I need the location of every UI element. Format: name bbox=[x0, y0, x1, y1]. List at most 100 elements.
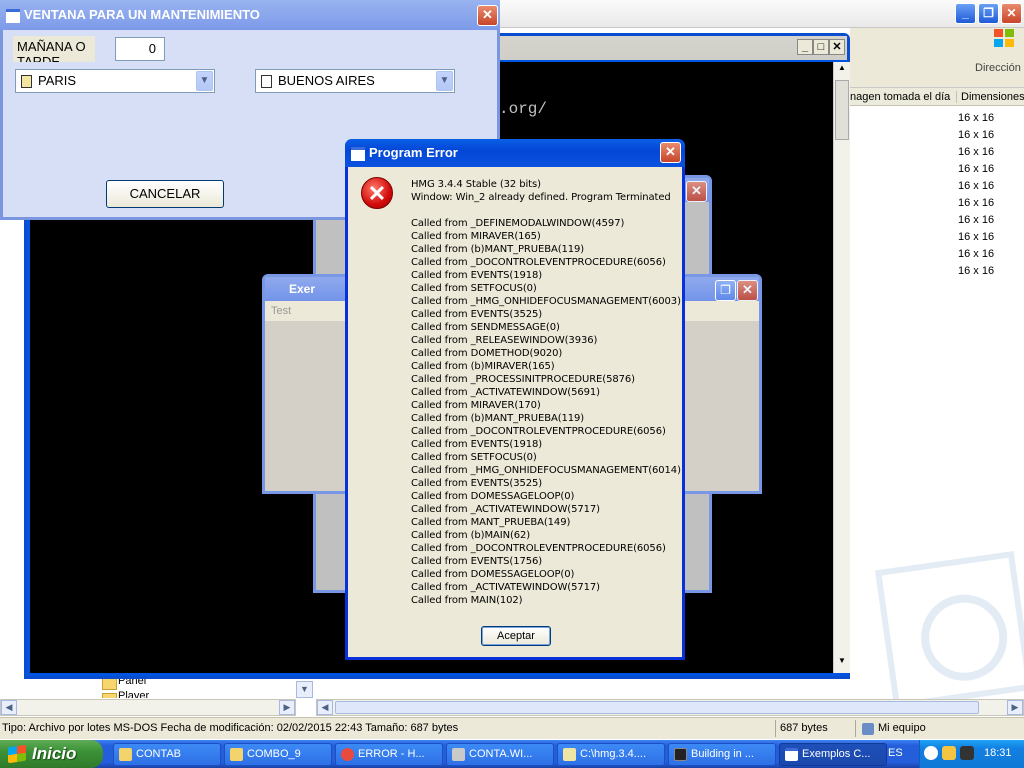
console-maximize-button[interactable]: □ bbox=[813, 39, 829, 55]
scroll-right-icon[interactable]: ▶ bbox=[1007, 700, 1023, 715]
error-message: HMG 3.4.4 Stable (32 bits) Window: Win_2… bbox=[411, 178, 681, 607]
column-header-dimensions[interactable]: Dimensiones bbox=[956, 91, 1024, 103]
task-hmg-editor[interactable]: C:\hmg.3.4.... bbox=[557, 743, 665, 766]
dimension-cell: 16 x 16 bbox=[958, 265, 995, 277]
folder-icon bbox=[230, 748, 243, 761]
call-stack-line: Called from DOMESSAGELOOP(0) bbox=[411, 569, 575, 580]
clipboard-icon bbox=[21, 75, 32, 88]
start-label: Inicio bbox=[32, 744, 77, 763]
close-button[interactable]: ✕ bbox=[1001, 3, 1022, 24]
shift-label: MAÑANA O TARDE bbox=[13, 36, 95, 62]
clock[interactable]: 18:31 bbox=[984, 747, 1012, 759]
call-stack-line: Called from SETFOCUS(0) bbox=[411, 283, 537, 294]
scroll-down-icon[interactable]: ▼ bbox=[835, 656, 849, 670]
call-stack-line: Called from _PROCESSINITPROCEDURE(5876) bbox=[411, 374, 635, 385]
call-stack-line: Called from (b)MIRAVER(165) bbox=[411, 361, 555, 372]
status-divider bbox=[775, 720, 776, 737]
error-close-button[interactable]: ✕ bbox=[660, 142, 681, 163]
chevron-left-icon[interactable] bbox=[924, 746, 938, 760]
call-stack-line: Called from DOMETHOD(9020) bbox=[411, 348, 563, 359]
chrome-icon bbox=[341, 748, 354, 761]
tree-horizontal-scrollbar[interactable]: ◀ ▶ bbox=[0, 699, 296, 716]
accept-button[interactable]: Aceptar bbox=[481, 626, 551, 646]
task-building[interactable]: Building in ... bbox=[668, 743, 776, 766]
close-button[interactable]: ✕ bbox=[686, 181, 707, 202]
maintenance-window-title: VENTANA PARA UN MANTENIMIENTO bbox=[0, 0, 500, 30]
security-icon[interactable] bbox=[942, 746, 956, 760]
call-stack-line: Called from MIRAVER(170) bbox=[411, 400, 541, 411]
status-divider bbox=[855, 720, 856, 737]
call-stack-line: Called from EVENTS(3525) bbox=[411, 309, 543, 320]
scroll-up-icon[interactable]: ▲ bbox=[835, 63, 849, 77]
console-vertical-scrollbar[interactable]: ▲ ▼ bbox=[833, 62, 850, 673]
call-stack-line: Called from _ACTIVATEWINDOW(5691) bbox=[411, 387, 600, 398]
scroll-left-icon[interactable]: ◀ bbox=[1, 700, 17, 715]
task-label: Exemplos C... bbox=[802, 748, 871, 760]
dimension-cell: 16 x 16 bbox=[958, 248, 995, 260]
dimension-cell: 16 x 16 bbox=[958, 129, 995, 141]
error-header-line: Window: Win_2 already defined. Program T… bbox=[411, 192, 671, 203]
start-button[interactable]: Inicio bbox=[0, 740, 103, 768]
task-label: ERROR - H... bbox=[358, 748, 425, 760]
console-minimize-button[interactable]: _ bbox=[797, 39, 813, 55]
chevron-down-icon[interactable]: ▼ bbox=[196, 71, 213, 91]
scroll-left-icon[interactable]: ◀ bbox=[317, 700, 333, 715]
error-icon: ✕ bbox=[361, 177, 393, 209]
call-stack-line: Called from _RELEASEWINDOW(3936) bbox=[411, 335, 598, 346]
task-conta-wi[interactable]: CONTA.WI... bbox=[446, 743, 554, 766]
dimension-cell: 16 x 16 bbox=[958, 180, 995, 192]
call-stack-line: Called from EVENTS(1756) bbox=[411, 556, 543, 567]
task-label: C:\hmg.3.4.... bbox=[580, 748, 647, 760]
chevron-down-icon[interactable]: ▼ bbox=[436, 71, 453, 91]
city-combo-1[interactable]: PARIS ▼ bbox=[15, 69, 215, 93]
network-icon[interactable] bbox=[960, 746, 974, 760]
call-stack-line: Called from (b)MANT_PRUEBA(119) bbox=[411, 413, 585, 424]
call-stack-line: Called from EVENTS(3525) bbox=[411, 478, 543, 489]
task-chrome-error[interactable]: ERROR - H... bbox=[335, 743, 443, 766]
minimize-button[interactable]: _ bbox=[955, 3, 976, 24]
call-stack-line: Called from (b)MAIN(62) bbox=[411, 530, 531, 541]
shift-input[interactable]: 0 bbox=[115, 37, 165, 61]
scroll-thumb[interactable] bbox=[335, 701, 979, 714]
task-combo9[interactable]: COMBO_9 bbox=[224, 743, 332, 766]
error-dialog: Program Error ✕ ✕ HMG 3.4.4 Stable (32 b… bbox=[345, 139, 685, 660]
scroll-right-icon[interactable]: ▶ bbox=[279, 700, 295, 715]
dimension-cell: 16 x 16 bbox=[958, 214, 995, 226]
dimension-cell: 16 x 16 bbox=[958, 146, 995, 158]
close-button[interactable]: ✕ bbox=[737, 280, 758, 301]
task-exemplos[interactable]: Exemplos C... bbox=[779, 743, 887, 766]
city-combo-2[interactable]: BUENOS AIRES ▼ bbox=[255, 69, 455, 93]
address-label: Dirección bbox=[975, 62, 1021, 74]
language-indicator[interactable]: ES bbox=[888, 747, 903, 759]
taskbar: Inicio CONTAB COMBO_9 ERROR - H... CONTA… bbox=[0, 740, 1024, 768]
call-stack-line: Called from _DEFINEMODALWINDOW(4597) bbox=[411, 218, 625, 229]
computer-icon bbox=[862, 723, 874, 735]
tree-item-player[interactable]: Player bbox=[100, 690, 149, 698]
error-header-line: HMG 3.4.4 Stable (32 bits) bbox=[411, 179, 541, 190]
console-close-button[interactable]: ✕ bbox=[829, 39, 845, 55]
maintenance-close-button[interactable]: ✕ bbox=[477, 5, 498, 26]
status-location: Mi equipo bbox=[878, 722, 926, 734]
console-text: .org/ bbox=[499, 100, 548, 118]
dimension-cell: 16 x 16 bbox=[958, 197, 995, 209]
task-label: COMBO_9 bbox=[247, 748, 301, 760]
task-label: CONTA.WI... bbox=[469, 748, 533, 760]
call-stack-line: Called from MAIN(102) bbox=[411, 595, 523, 606]
app-icon bbox=[452, 748, 465, 761]
city-combo-2-value: BUENOS AIRES bbox=[278, 73, 375, 88]
scroll-down-icon[interactable]: ▼ bbox=[296, 681, 313, 698]
task-contab[interactable]: CONTAB bbox=[113, 743, 221, 766]
restore-button[interactable]: ❐ bbox=[978, 3, 999, 24]
status-file-info: Tipo: Archivo por lotes MS-DOS Fecha de … bbox=[2, 722, 459, 734]
cancel-button[interactable]: CANCELAR bbox=[106, 180, 224, 208]
scroll-thumb[interactable] bbox=[835, 80, 849, 140]
call-stack-line: Called from _DOCONTROLEVENTPROCEDURE(605… bbox=[411, 426, 666, 437]
system-tray: 18:31 bbox=[919, 740, 1024, 768]
windows-logo-icon bbox=[994, 29, 1014, 47]
folder-icon bbox=[119, 748, 132, 761]
call-stack-line: Called from (b)MANT_PRUEBA(119) bbox=[411, 244, 585, 255]
column-headers: nagen tomada el día Dimensiones bbox=[850, 88, 1024, 106]
column-header-date[interactable]: nagen tomada el día bbox=[850, 91, 950, 103]
list-horizontal-scrollbar[interactable]: ◀ ▶ bbox=[316, 699, 1024, 716]
restore-button[interactable]: ❐ bbox=[715, 280, 736, 301]
